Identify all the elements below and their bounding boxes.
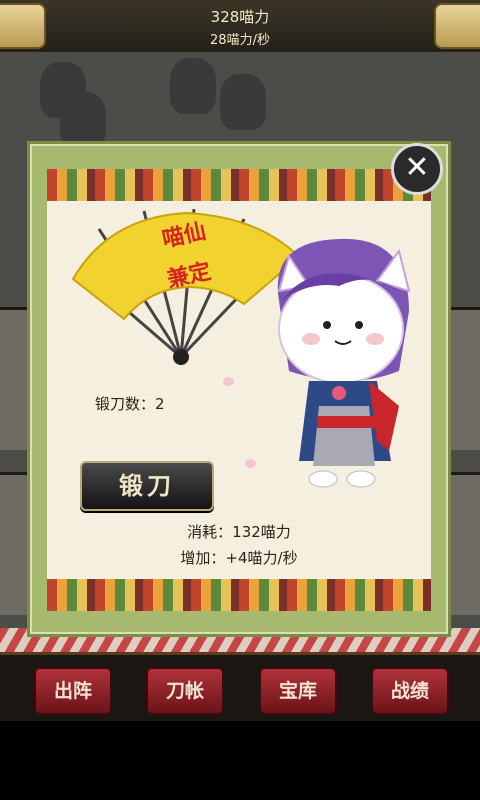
tab-sword-book[interactable]: 刀帐 <box>146 667 224 715</box>
forge-gain: 增加：+4喵力/秒 <box>180 549 298 567</box>
forge-button[interactable]: 锻刀 <box>80 461 214 511</box>
close-icon[interactable]: ✕ <box>391 143 443 195</box>
currency-rate: 28喵力/秒 <box>210 33 270 48</box>
cat-samurai-character <box>277 238 411 488</box>
tab-records[interactable]: 战绩 <box>371 667 449 715</box>
tab-treasury[interactable]: 宝库 <box>259 667 337 715</box>
forge-count: 锻刀数：2 <box>95 395 165 413</box>
decorative-stripe-top <box>47 169 431 201</box>
fan-pivot <box>173 349 189 365</box>
currency-total: 328喵力 <box>210 8 270 26</box>
resource-bar: 328喵力 28喵力/秒 <box>0 0 480 54</box>
petal <box>245 459 256 468</box>
dialog-panel: 喵仙 兼定 锻刀数：2 锻刀 消耗：132喵力 增加：+4喵力/秒 <box>47 169 431 611</box>
tab-sortie[interactable]: 出阵 <box>34 667 112 715</box>
bottom-nav: 出阵 刀帐 宝库 战绩 <box>0 652 480 721</box>
forge-cost: 消耗：132喵力 <box>187 523 291 541</box>
decorative-stripe-bottom <box>47 579 431 611</box>
forge-dialog: 喵仙 兼定 锻刀数：2 锻刀 消耗：132喵力 增加：+4喵力/秒 <box>27 141 451 637</box>
